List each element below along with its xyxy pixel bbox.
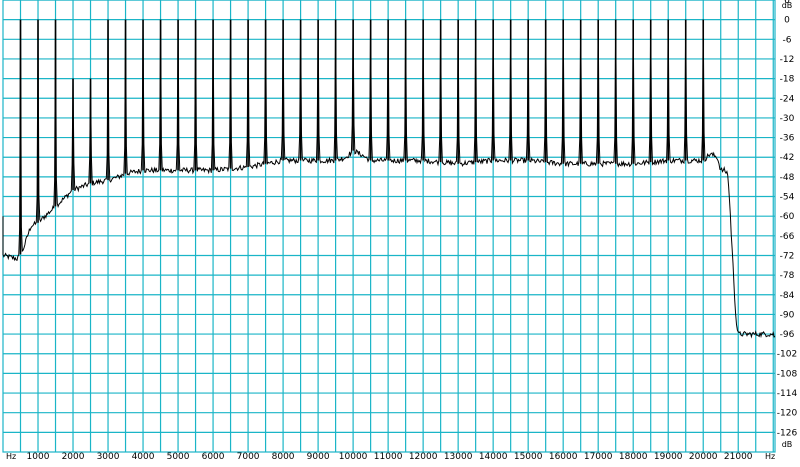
x-axis-ticks: 1000 2000 3000 4000 5000 6000 7000 8000 9000 1000… [27,452,753,462]
x-tick-label: 18000 [619,452,648,462]
y-tick-label: -72 [780,251,795,261]
x-tick-label: 16000 [549,452,578,462]
x-tick-label: 2000 [62,452,85,462]
x-tick-label: 12000 [409,452,438,462]
y-tick-label: -36 [780,134,795,144]
x-tick-label: 19000 [654,452,683,462]
y-tick-label: -54 [780,193,795,203]
x-tick-label: 14000 [479,452,508,462]
y-tick-label: -78 [780,271,795,281]
y-tick-label: -108 [777,369,798,379]
x-tick-label: 3000 [97,452,120,462]
x-tick-label: 9000 [307,452,330,462]
y-tick-label: -6 [783,35,792,45]
y-tick-label: -30 [780,114,795,124]
x-tick-label: 13000 [444,452,473,462]
x-tick-label: 10000 [339,452,368,462]
y-tick-label: -114 [777,389,798,399]
y-tick-label: -96 [780,330,795,340]
x-axis-unit-left: Hz [6,452,16,461]
spectrum-chart-svg: 1000 2000 3000 4000 5000 6000 7000 8000 9000 1000… [2,0,798,462]
y-tick-label: -60 [780,212,795,222]
y-tick-label: 0 [784,16,790,26]
y-axis-unit-bottom: dB [782,440,793,449]
x-tick-label: 4000 [132,452,155,462]
spectrum-chart: 1000 2000 3000 4000 5000 6000 7000 8000 9000 1000… [0,0,800,463]
x-tick-label: 5000 [167,452,190,462]
x-tick-label: 15000 [514,452,543,462]
y-tick-label: -48 [780,173,795,183]
plot-background [3,0,775,452]
y-tick-label: -102 [777,350,797,360]
y-tick-label: -126 [777,428,798,438]
x-tick-label: 7000 [237,452,260,462]
x-tick-label: 21000 [724,452,753,462]
x-tick-label: 1000 [27,452,50,462]
y-tick-label: -120 [777,409,798,419]
y-axis-unit-top: dB [782,1,793,10]
x-tick-label: 8000 [272,452,295,462]
x-tick-label: 6000 [202,452,225,462]
x-tick-label: 17000 [584,452,613,462]
y-tick-label: -90 [780,310,795,320]
y-tick-label: -12 [780,55,795,65]
y-tick-label: -42 [780,153,795,163]
x-tick-label: 20000 [689,452,718,462]
y-tick-label: -24 [780,94,795,104]
x-axis-unit-right: Hz [765,452,775,461]
y-tick-label: -66 [780,232,795,242]
y-tick-label: -84 [780,291,795,301]
x-tick-label: 11000 [374,452,403,462]
y-axis-ticks: 60-6-12-18-24-30-36-42-48-54-60-66-72-78… [777,0,798,438]
y-tick-label: -18 [780,75,795,85]
